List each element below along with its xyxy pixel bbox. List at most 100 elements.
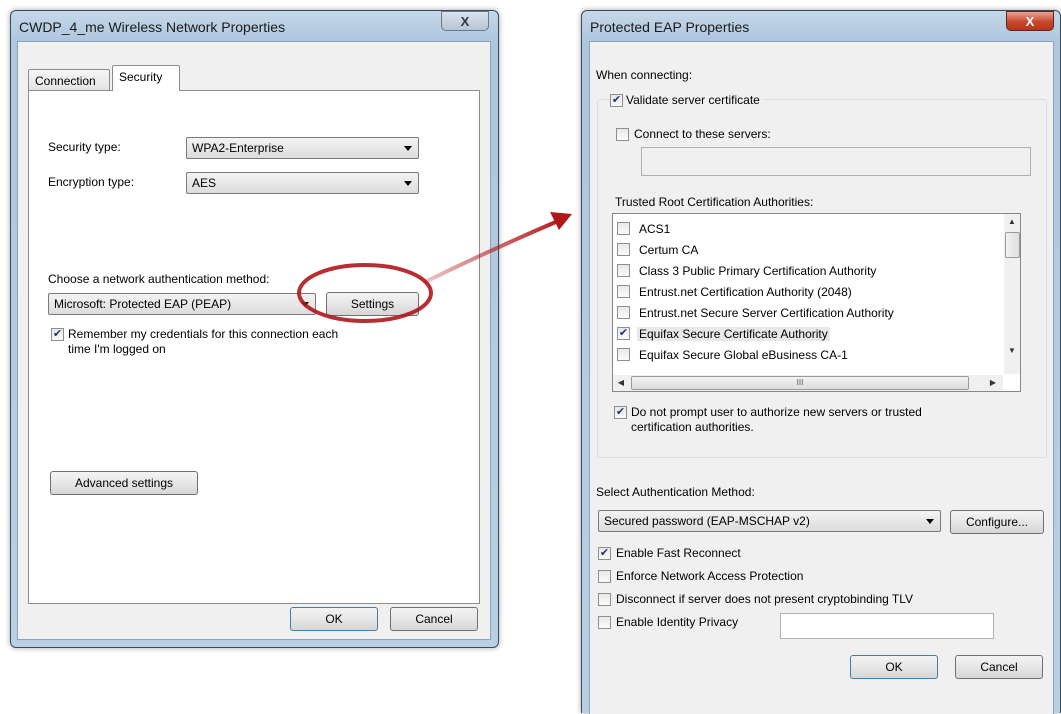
- ca-checkbox[interactable]: [617, 264, 630, 277]
- identity-privacy-checkbox[interactable]: [598, 616, 611, 629]
- remember-credentials-checkbox[interactable]: ✔: [51, 328, 64, 341]
- chevron-down-icon: [404, 181, 412, 186]
- ca-name: Entrust.net Secure Server Certification …: [639, 306, 894, 320]
- list-item[interactable]: Class 3 Public Primary Certification Aut…: [617, 261, 997, 281]
- connect-servers-label: Connect to these servers:: [634, 127, 771, 141]
- chevron-down-icon: [926, 519, 934, 524]
- nap-label: Enforce Network Access Protection: [616, 569, 804, 583]
- security-tab-panel: Security type: WPA2-Enterprise Encryptio…: [28, 90, 480, 604]
- identity-privacy-input[interactable]: [780, 613, 994, 639]
- encryption-type-label: Encryption type:: [48, 175, 135, 189]
- vertical-scrollbar[interactable]: ▲ ▼: [1004, 214, 1020, 374]
- vertical-scroll-thumb[interactable]: [1005, 232, 1020, 258]
- list-item[interactable]: Entrust.net Secure Server Certification …: [617, 303, 997, 323]
- auth-method-dropdown[interactable]: Microsoft: Protected EAP (PEAP): [48, 293, 316, 315]
- horizontal-scrollbar[interactable]: ◀ III ▶: [613, 375, 1003, 391]
- list-item[interactable]: ✔ Equifax Secure Certificate Authority: [617, 324, 997, 344]
- encryption-type-value: AES: [192, 176, 217, 190]
- servers-input[interactable]: [641, 147, 1031, 176]
- chevron-down-icon: [404, 146, 412, 151]
- ca-name: Equifax Secure Global eBusiness CA-1: [639, 348, 848, 362]
- fast-reconnect-checkbox[interactable]: ✔: [598, 547, 611, 560]
- left-ok-button[interactable]: OK: [290, 607, 378, 631]
- security-type-dropdown[interactable]: WPA2-Enterprise: [186, 137, 419, 159]
- arrow-head-icon: [550, 212, 572, 230]
- when-connecting-label: When connecting:: [596, 68, 693, 82]
- tab-connection-label: Connection: [35, 74, 96, 88]
- configure-button[interactable]: Configure...: [950, 510, 1044, 534]
- advanced-settings-button[interactable]: Advanced settings: [50, 471, 198, 495]
- settings-button-label: Settings: [350, 297, 395, 311]
- list-item[interactable]: Entrust.net Certification Authority (204…: [617, 282, 997, 302]
- do-not-prompt-line2: certification authorities.: [631, 420, 754, 434]
- tab-connection[interactable]: Connection: [28, 69, 110, 91]
- check-icon: ✔: [599, 547, 610, 559]
- security-type-value: WPA2-Enterprise: [192, 141, 284, 155]
- left-ok-label: OK: [325, 612, 343, 626]
- left-close-button[interactable]: X: [441, 11, 489, 31]
- select-auth-label: Select Authentication Method:: [596, 485, 755, 499]
- right-titlebar[interactable]: Protected EAP Properties X: [582, 11, 1060, 41]
- check-icon: ✔: [611, 94, 622, 106]
- auth-method-value: Microsoft: Protected EAP (PEAP): [54, 297, 232, 311]
- nap-checkbox[interactable]: [598, 570, 611, 583]
- ca-name: ACS1: [639, 222, 671, 236]
- eap-method-dropdown[interactable]: Secured password (EAP-MSCHAP v2): [598, 510, 941, 532]
- ca-name: Class 3 Public Primary Certification Aut…: [639, 264, 877, 278]
- left-window-title: CWDP_4_me Wireless Network Properties: [19, 19, 286, 35]
- right-close-button[interactable]: X: [1006, 11, 1054, 31]
- connect-servers-checkbox[interactable]: [616, 128, 629, 141]
- encryption-type-dropdown[interactable]: AES: [186, 172, 419, 194]
- left-titlebar[interactable]: CWDP_4_me Wireless Network Properties X: [11, 11, 498, 41]
- ca-checkbox[interactable]: [617, 243, 630, 256]
- remember-credentials-line2: time I'm logged on: [68, 342, 166, 356]
- wireless-properties-window: CWDP_4_me Wireless Network Properties X …: [10, 10, 499, 648]
- remember-credentials-line1: Remember my credentials for this connect…: [68, 327, 339, 341]
- right-window-title: Protected EAP Properties: [590, 19, 750, 35]
- scroll-left-icon[interactable]: ◀: [613, 375, 629, 391]
- check-icon: ✔: [615, 406, 626, 418]
- ca-checkbox[interactable]: ✔: [617, 327, 630, 340]
- close-icon: X: [460, 14, 470, 29]
- configure-label: Configure...: [965, 515, 1029, 529]
- left-cancel-label: Cancel: [415, 612, 453, 626]
- scroll-up-icon[interactable]: ▲: [1004, 214, 1020, 230]
- scroll-down-icon[interactable]: ▼: [1004, 343, 1020, 359]
- right-ok-button[interactable]: OK: [850, 655, 938, 679]
- fast-reconnect-label: Enable Fast Reconnect: [616, 546, 741, 560]
- right-ok-label: OK: [885, 660, 903, 674]
- tab-security-label: Security: [119, 70, 163, 84]
- left-client-area: Connection Security Security type: WPA2-…: [17, 41, 491, 640]
- horizontal-scroll-thumb[interactable]: III: [631, 376, 969, 390]
- chevron-down-icon: [301, 302, 309, 307]
- do-not-prompt-checkbox[interactable]: ✔: [614, 406, 627, 419]
- do-not-prompt-line1: Do not prompt user to authorize new serv…: [631, 405, 922, 419]
- close-icon: X: [1025, 14, 1035, 29]
- identity-privacy-label: Enable Identity Privacy: [616, 615, 739, 629]
- ca-checkbox[interactable]: [617, 306, 630, 319]
- ca-name: Equifax Secure Certificate Authority: [637, 327, 830, 341]
- list-item[interactable]: Equifax Secure Global eBusiness CA-1: [617, 345, 997, 365]
- right-cancel-label: Cancel: [980, 660, 1018, 674]
- cryptobinding-label: Disconnect if server does not present cr…: [616, 592, 914, 606]
- auth-method-label: Choose a network authentication method:: [48, 272, 270, 286]
- list-item[interactable]: ACS1: [617, 219, 997, 239]
- right-client-area: When connecting: ✔ Validate server certi…: [589, 41, 1054, 714]
- left-cancel-button[interactable]: Cancel: [390, 607, 478, 631]
- right-cancel-button[interactable]: Cancel: [955, 655, 1043, 679]
- peap-properties-window: Protected EAP Properties X When connecti…: [581, 10, 1061, 714]
- settings-button[interactable]: Settings: [326, 292, 419, 316]
- cryptobinding-checkbox[interactable]: [598, 593, 611, 606]
- ca-checkbox[interactable]: [617, 348, 630, 361]
- scroll-right-icon[interactable]: ▶: [985, 375, 1001, 391]
- ca-listbox[interactable]: ACS1 Certum CA Class 3 Public Primary Ce…: [612, 213, 1021, 392]
- check-icon: ✔: [618, 327, 629, 339]
- ca-name: Certum CA: [639, 243, 699, 257]
- validate-cert-label: Validate server certificate: [626, 93, 764, 107]
- list-item[interactable]: Certum CA: [617, 240, 997, 260]
- validate-cert-checkbox[interactable]: ✔: [610, 94, 623, 107]
- ca-checkbox[interactable]: [617, 222, 630, 235]
- ca-checkbox[interactable]: [617, 285, 630, 298]
- security-type-label: Security type:: [48, 140, 121, 154]
- tab-security[interactable]: Security: [112, 65, 180, 91]
